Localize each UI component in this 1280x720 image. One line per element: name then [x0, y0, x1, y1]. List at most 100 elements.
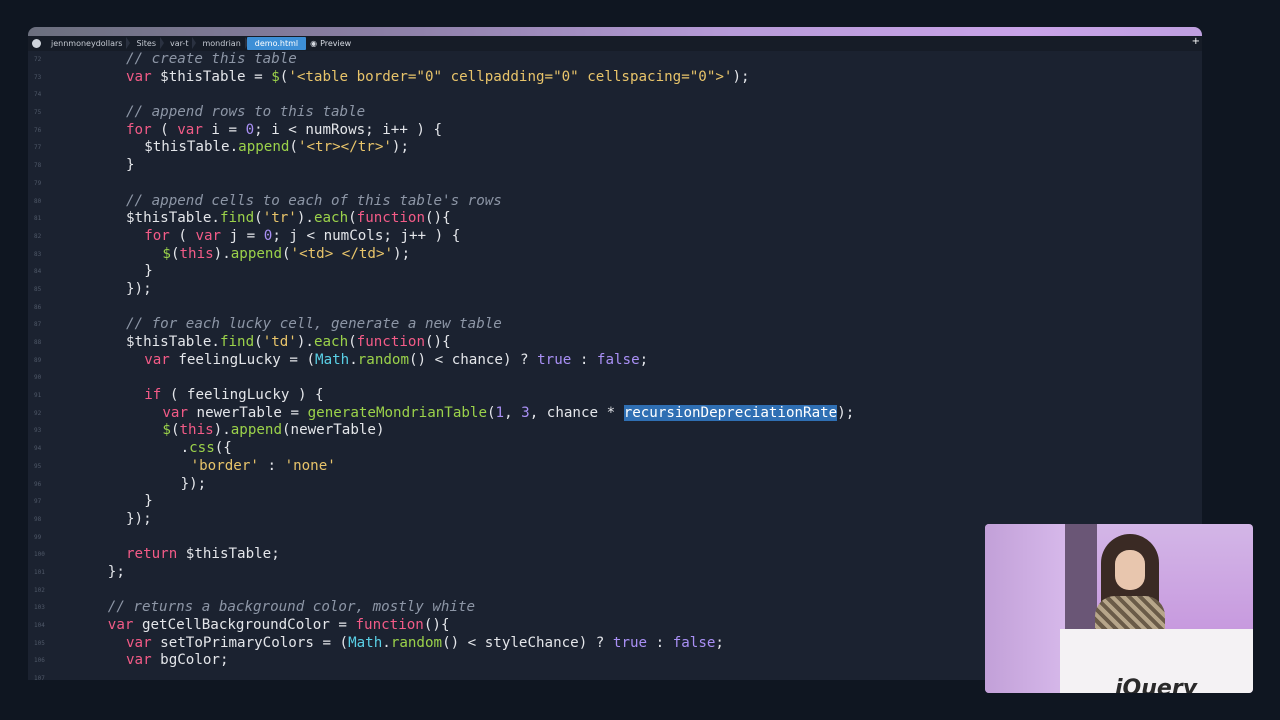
- code-token: 'border': [190, 457, 259, 474]
- code-line[interactable]: 72 // create this table: [28, 51, 1202, 69]
- code-token: each: [313, 210, 349, 227]
- line-number: 79: [34, 179, 42, 187]
- code-text: $thisTable.append('<tr></tr>');: [144, 139, 409, 157]
- code-token: // create this table: [126, 51, 297, 67]
- code-line[interactable]: 80 // append cells to each of this table'…: [28, 193, 1202, 211]
- code-token: generateMondrianTable: [307, 404, 487, 421]
- code-token: false: [672, 634, 716, 651]
- breadcrumb-item[interactable]: mondrian: [194, 37, 250, 49]
- code-token: }: [144, 263, 153, 280]
- code-text: for ( var i = 0; i < numRows; i++ ) {: [126, 122, 442, 140]
- breadcrumb-item-current[interactable]: demo.html: [246, 37, 307, 50]
- preview-button[interactable]: ◉ Preview: [310, 39, 351, 48]
- code-token: });: [180, 475, 207, 492]
- code-line[interactable]: 97}: [28, 493, 1202, 511]
- code-token: append: [238, 139, 290, 156]
- code-line[interactable]: 94 .css({: [28, 440, 1202, 458]
- code-line[interactable]: 84}: [28, 263, 1202, 281]
- code-line[interactable]: 96});: [28, 476, 1202, 494]
- code-line[interactable]: 81 $thisTable.find('tr').each(function(){: [28, 210, 1202, 228]
- code-line[interactable]: 92 var newerTable = generateMondrianTable…: [28, 404, 1202, 423]
- code-token: 1: [495, 404, 505, 421]
- line-number: 103: [34, 604, 45, 612]
- preview-label: Preview: [320, 39, 352, 48]
- code-token: };: [107, 563, 125, 580]
- line-number: 93: [34, 427, 42, 435]
- code-token: var: [195, 227, 222, 244]
- code-token: feelingLucky = (: [169, 351, 316, 368]
- code-line[interactable]: 88 $thisTable.find('td').each(function(){: [28, 334, 1202, 352]
- code-line[interactable]: 79: [28, 175, 1202, 193]
- code-line[interactable]: 73 var $thisTable = $('<table border="0" …: [28, 69, 1202, 87]
- code-line[interactable]: 95 'border' : 'none': [28, 458, 1202, 476]
- code-token: ).: [296, 334, 314, 350]
- code-line[interactable]: 78}: [28, 157, 1202, 175]
- code-text: }: [144, 263, 153, 281]
- code-line[interactable]: 83 $(this).append('<td> </td>');: [28, 246, 1202, 264]
- code-line[interactable]: 85});: [28, 281, 1202, 299]
- code-token: (: [254, 210, 263, 227]
- code-token: bgColor;: [151, 652, 229, 669]
- code-token: (: [151, 121, 178, 138]
- code-text: };: [108, 564, 125, 582]
- code-token: $thisTable =: [151, 68, 272, 85]
- line-number: 105: [34, 639, 45, 647]
- code-token: i =: [202, 121, 246, 138]
- plus-icon[interactable]: +: [1192, 36, 1200, 47]
- code-text: // append rows to this table: [126, 104, 365, 122]
- code-token: var: [107, 617, 134, 633]
- line-number: 90: [34, 374, 42, 382]
- code-line[interactable]: 82 for ( var j = 0; j < numCols; j++ ) {: [28, 228, 1202, 246]
- code-token: append: [230, 245, 282, 262]
- code-token: each: [313, 334, 349, 350]
- code-text: var setToPrimaryColors = (Math.random() …: [126, 635, 724, 653]
- code-token: this: [179, 245, 214, 262]
- code-token: $: [162, 422, 171, 439]
- code-token: random: [390, 634, 443, 651]
- code-token: j =: [221, 227, 264, 244]
- code-token: var: [177, 121, 203, 138]
- breadcrumb: jennmoneydollars Sites var-t mondrian de…: [28, 36, 1202, 51]
- selected-text: recursionDepreciationRate: [623, 404, 838, 421]
- line-number: 91: [34, 392, 42, 400]
- line-number: 104: [34, 622, 45, 629]
- code-line[interactable]: 90: [28, 369, 1202, 387]
- code-line[interactable]: 75 // append rows to this table: [28, 104, 1202, 122]
- speaker: [1095, 534, 1165, 656]
- code-token: function: [356, 210, 426, 227]
- code-token: (: [282, 245, 291, 262]
- code-text: for ( var j = 0; j < numCols; j++ ) {: [144, 228, 460, 246]
- code-line[interactable]: 87 // for each lucky cell, generate a new…: [28, 316, 1202, 334]
- code-line[interactable]: 89 var feelingLucky = (Math.random() < ch…: [28, 352, 1202, 370]
- code-line[interactable]: 93 $(this).append(newerTable): [28, 422, 1202, 440]
- code-token: setToPrimaryColors = (: [151, 634, 349, 651]
- breadcrumb-item[interactable]: jennmoneydollars: [43, 37, 131, 49]
- code-text: }: [144, 493, 153, 511]
- breadcrumb-item[interactable]: var-t: [162, 37, 197, 49]
- code-token: function: [356, 334, 426, 350]
- code-token: getCellBackgroundColor =: [133, 617, 356, 633]
- eye-icon: [32, 39, 41, 48]
- code-token: (newerTable): [282, 422, 385, 439]
- code-token: );: [837, 404, 855, 421]
- code-token: $thisTable.: [144, 139, 239, 156]
- code-token: ).: [213, 422, 231, 439]
- code-line[interactable]: 74: [28, 86, 1202, 104]
- code-line[interactable]: 86: [28, 299, 1202, 317]
- code-token: return: [126, 546, 178, 563]
- code-line[interactable]: 76 for ( var i = 0; i < numRows; i++ ) {: [28, 122, 1202, 140]
- code-token: );: [393, 245, 411, 262]
- code-line[interactable]: 91 if ( feelingLucky ) {: [28, 387, 1202, 405]
- line-number: 84: [34, 268, 42, 276]
- code-token: (: [486, 404, 496, 421]
- code-token: (){: [423, 617, 450, 633]
- code-token: .: [382, 634, 391, 651]
- code-token: find: [219, 210, 255, 227]
- code-line[interactable]: 77 $thisTable.append('<tr></tr>');: [28, 139, 1202, 157]
- line-number: 82: [34, 232, 42, 240]
- breadcrumb-item[interactable]: Sites: [128, 37, 164, 49]
- code-token: () < chance) ?: [409, 351, 538, 368]
- code-token: }: [126, 157, 135, 174]
- code-token: find: [219, 334, 255, 350]
- line-number: 96: [34, 480, 42, 488]
